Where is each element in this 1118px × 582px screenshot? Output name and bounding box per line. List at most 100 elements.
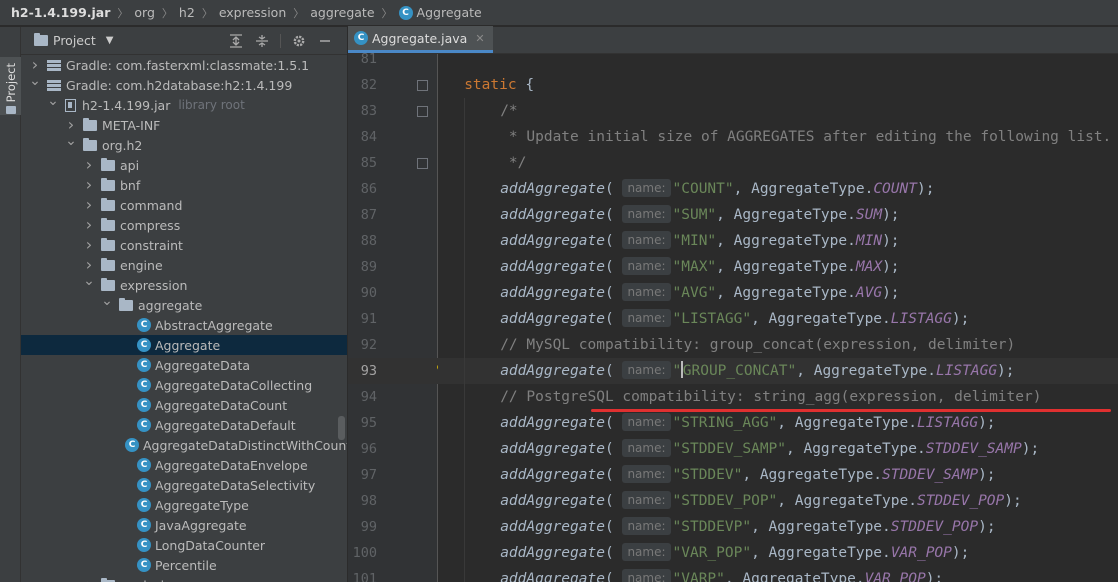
- chevron-down-icon[interactable]: ⌄: [47, 94, 59, 112]
- breadcrumb-item[interactable]: C Aggregate: [398, 5, 482, 20]
- breadcrumb-item[interactable]: h2-1.4.199.jar: [0, 5, 110, 20]
- tree-item[interactable]: ⌄ aggregate: [21, 294, 347, 315]
- tree-item[interactable]: › constraint: [21, 235, 347, 255]
- line-number: 95: [360, 415, 377, 431]
- tree-item-label: AggregateDataDistinctWithCounts: [143, 437, 347, 453]
- code-line: addAggregate( name: "STDDEV", AggregateTy…: [438, 462, 1118, 488]
- java-class-icon: C: [137, 538, 151, 552]
- tree-item[interactable]: C AbstractAggregate: [21, 315, 347, 335]
- toolbar-divider: [280, 34, 281, 48]
- tree-item[interactable]: › Gradle: com.fasterxml:classmate:1.5.1: [21, 55, 347, 75]
- chevron-right-icon[interactable]: ›: [29, 57, 41, 73]
- tree-item[interactable]: C LongDataCounter: [21, 535, 347, 555]
- line-number: 84: [360, 129, 377, 145]
- tree-item[interactable]: C AggregateDataCount: [21, 395, 347, 415]
- tree-item[interactable]: › bnf: [21, 175, 347, 195]
- tree-item[interactable]: ⌄ Gradle: com.h2database:h2:1.4.199: [21, 74, 347, 95]
- tree-item[interactable]: › engine: [21, 255, 347, 275]
- breadcrumb-item[interactable]: expression: [219, 5, 286, 20]
- collapse-all-icon[interactable]: [254, 33, 270, 49]
- indent-guide: [464, 202, 500, 228]
- tree-item-label: engine: [120, 257, 163, 273]
- code-line: addAggregate( name: "MIN", AggregateType.…: [438, 228, 1118, 254]
- tree-item-selected[interactable]: C Aggregate: [21, 335, 347, 355]
- gutter-row: 97: [348, 462, 438, 488]
- method-call: addAggregate: [500, 181, 605, 197]
- tree-item[interactable]: ⌄ h2-1.4.199.jar library root: [21, 94, 347, 115]
- chevron-down-icon[interactable]: ⌄: [83, 274, 95, 292]
- chevron-right-icon[interactable]: ›: [83, 577, 95, 582]
- chevron-down-icon[interactable]: ▼: [106, 35, 114, 46]
- line-number: 92: [360, 337, 377, 353]
- tree-item[interactable]: › command: [21, 195, 347, 215]
- tree-item[interactable]: C Percentile: [21, 555, 347, 575]
- fold-marker-icon[interactable]: [417, 158, 428, 169]
- gear-icon[interactable]: [291, 33, 307, 49]
- method-call: addAggregate: [500, 285, 605, 301]
- tree-item[interactable]: C AggregateDataCollecting: [21, 375, 347, 395]
- minimize-icon[interactable]: [317, 33, 333, 49]
- chevron-down-icon[interactable]: ⌄: [101, 294, 113, 312]
- indent-guide: [464, 176, 500, 202]
- folder-icon: [101, 177, 115, 191]
- close-icon[interactable]: ✕: [475, 32, 484, 45]
- breadcrumb-item[interactable]: org: [134, 5, 155, 20]
- chevron-right-icon[interactable]: ›: [65, 117, 77, 133]
- breadcrumb-label: aggregate: [310, 5, 375, 20]
- method-call: addAggregate: [500, 571, 605, 582]
- line-number: 97: [360, 467, 377, 483]
- gutter-row: 86: [348, 176, 438, 202]
- line-number: 85: [360, 155, 377, 171]
- fold-marker-icon[interactable]: [417, 80, 428, 91]
- chevron-down-icon[interactable]: ⌄: [29, 74, 41, 92]
- fold-marker-icon[interactable]: [417, 106, 428, 117]
- java-class-icon: C: [137, 418, 151, 432]
- chevron-right-icon[interactable]: ›: [83, 237, 95, 253]
- chevron-right-icon[interactable]: ›: [83, 217, 95, 233]
- tree-item[interactable]: C AggregateType: [21, 495, 347, 515]
- tree-item[interactable]: ⌄ expression: [21, 274, 347, 295]
- editor-gutter[interactable]: 81828384858687888990919293💡9495969798991…: [348, 51, 449, 582]
- project-tab-label: Project: [3, 63, 18, 103]
- tree-item[interactable]: C AggregateDataDistinctWithCounts: [21, 435, 347, 455]
- indent-guide: [464, 306, 500, 332]
- gutter-row: 88: [348, 228, 438, 254]
- code-area[interactable]: static { /* * Update initial size of AGG…: [438, 54, 1118, 582]
- chevron-right-icon[interactable]: ›: [83, 197, 95, 213]
- tree-item-label: AbstractAggregate: [155, 317, 273, 333]
- breadcrumb-item[interactable]: aggregate: [310, 5, 374, 20]
- breadcrumb-item[interactable]: h2: [179, 5, 195, 20]
- tree-item[interactable]: ⌄ org.h2: [21, 134, 347, 155]
- project-tool-window-tab[interactable]: Project: [0, 57, 21, 115]
- chevron-right-icon[interactable]: ›: [83, 177, 95, 193]
- method-call: addAggregate: [500, 233, 605, 249]
- tree-item-label: JavaAggregate: [155, 517, 247, 533]
- tree-item[interactable]: C AggregateDataSelectivity: [21, 475, 347, 495]
- gradle-library-icon: [47, 79, 61, 91]
- parameter-hint: name:: [622, 439, 671, 457]
- tree-item-label: AggregateDataDefault: [155, 417, 296, 433]
- tree-item-label: constraint: [120, 237, 183, 253]
- tree-item-label: AggregateDataCollecting: [155, 377, 313, 393]
- expand-all-icon[interactable]: [228, 33, 244, 49]
- chevron-down-icon[interactable]: ⌄: [65, 134, 77, 152]
- chevron-right-icon[interactable]: ›: [83, 157, 95, 173]
- tree-item[interactable]: › compress: [21, 215, 347, 235]
- tree-item[interactable]: C AggregateData: [21, 355, 347, 375]
- java-class-icon: C: [137, 378, 151, 392]
- tree-item[interactable]: › META-INF: [21, 115, 347, 135]
- folder-icon: [101, 277, 115, 291]
- indent-guide: [464, 358, 500, 384]
- string-literal: "STDDEV": [672, 467, 743, 483]
- tool-window-stripe: Project: [0, 27, 21, 582]
- code-line: /*: [438, 98, 1118, 124]
- tree-item[interactable]: › analysis: [21, 575, 347, 582]
- tree-item[interactable]: C JavaAggregate: [21, 515, 347, 535]
- tree-item[interactable]: C AggregateDataDefault: [21, 415, 347, 435]
- tree-item[interactable]: › api: [21, 155, 347, 175]
- chevron-right-icon[interactable]: ›: [83, 257, 95, 273]
- project-panel-title[interactable]: Project: [53, 33, 96, 48]
- tree-item[interactable]: C AggregateDataEnvelope: [21, 455, 347, 475]
- gutter-row: 84: [348, 124, 438, 150]
- indent-guide: [464, 254, 500, 280]
